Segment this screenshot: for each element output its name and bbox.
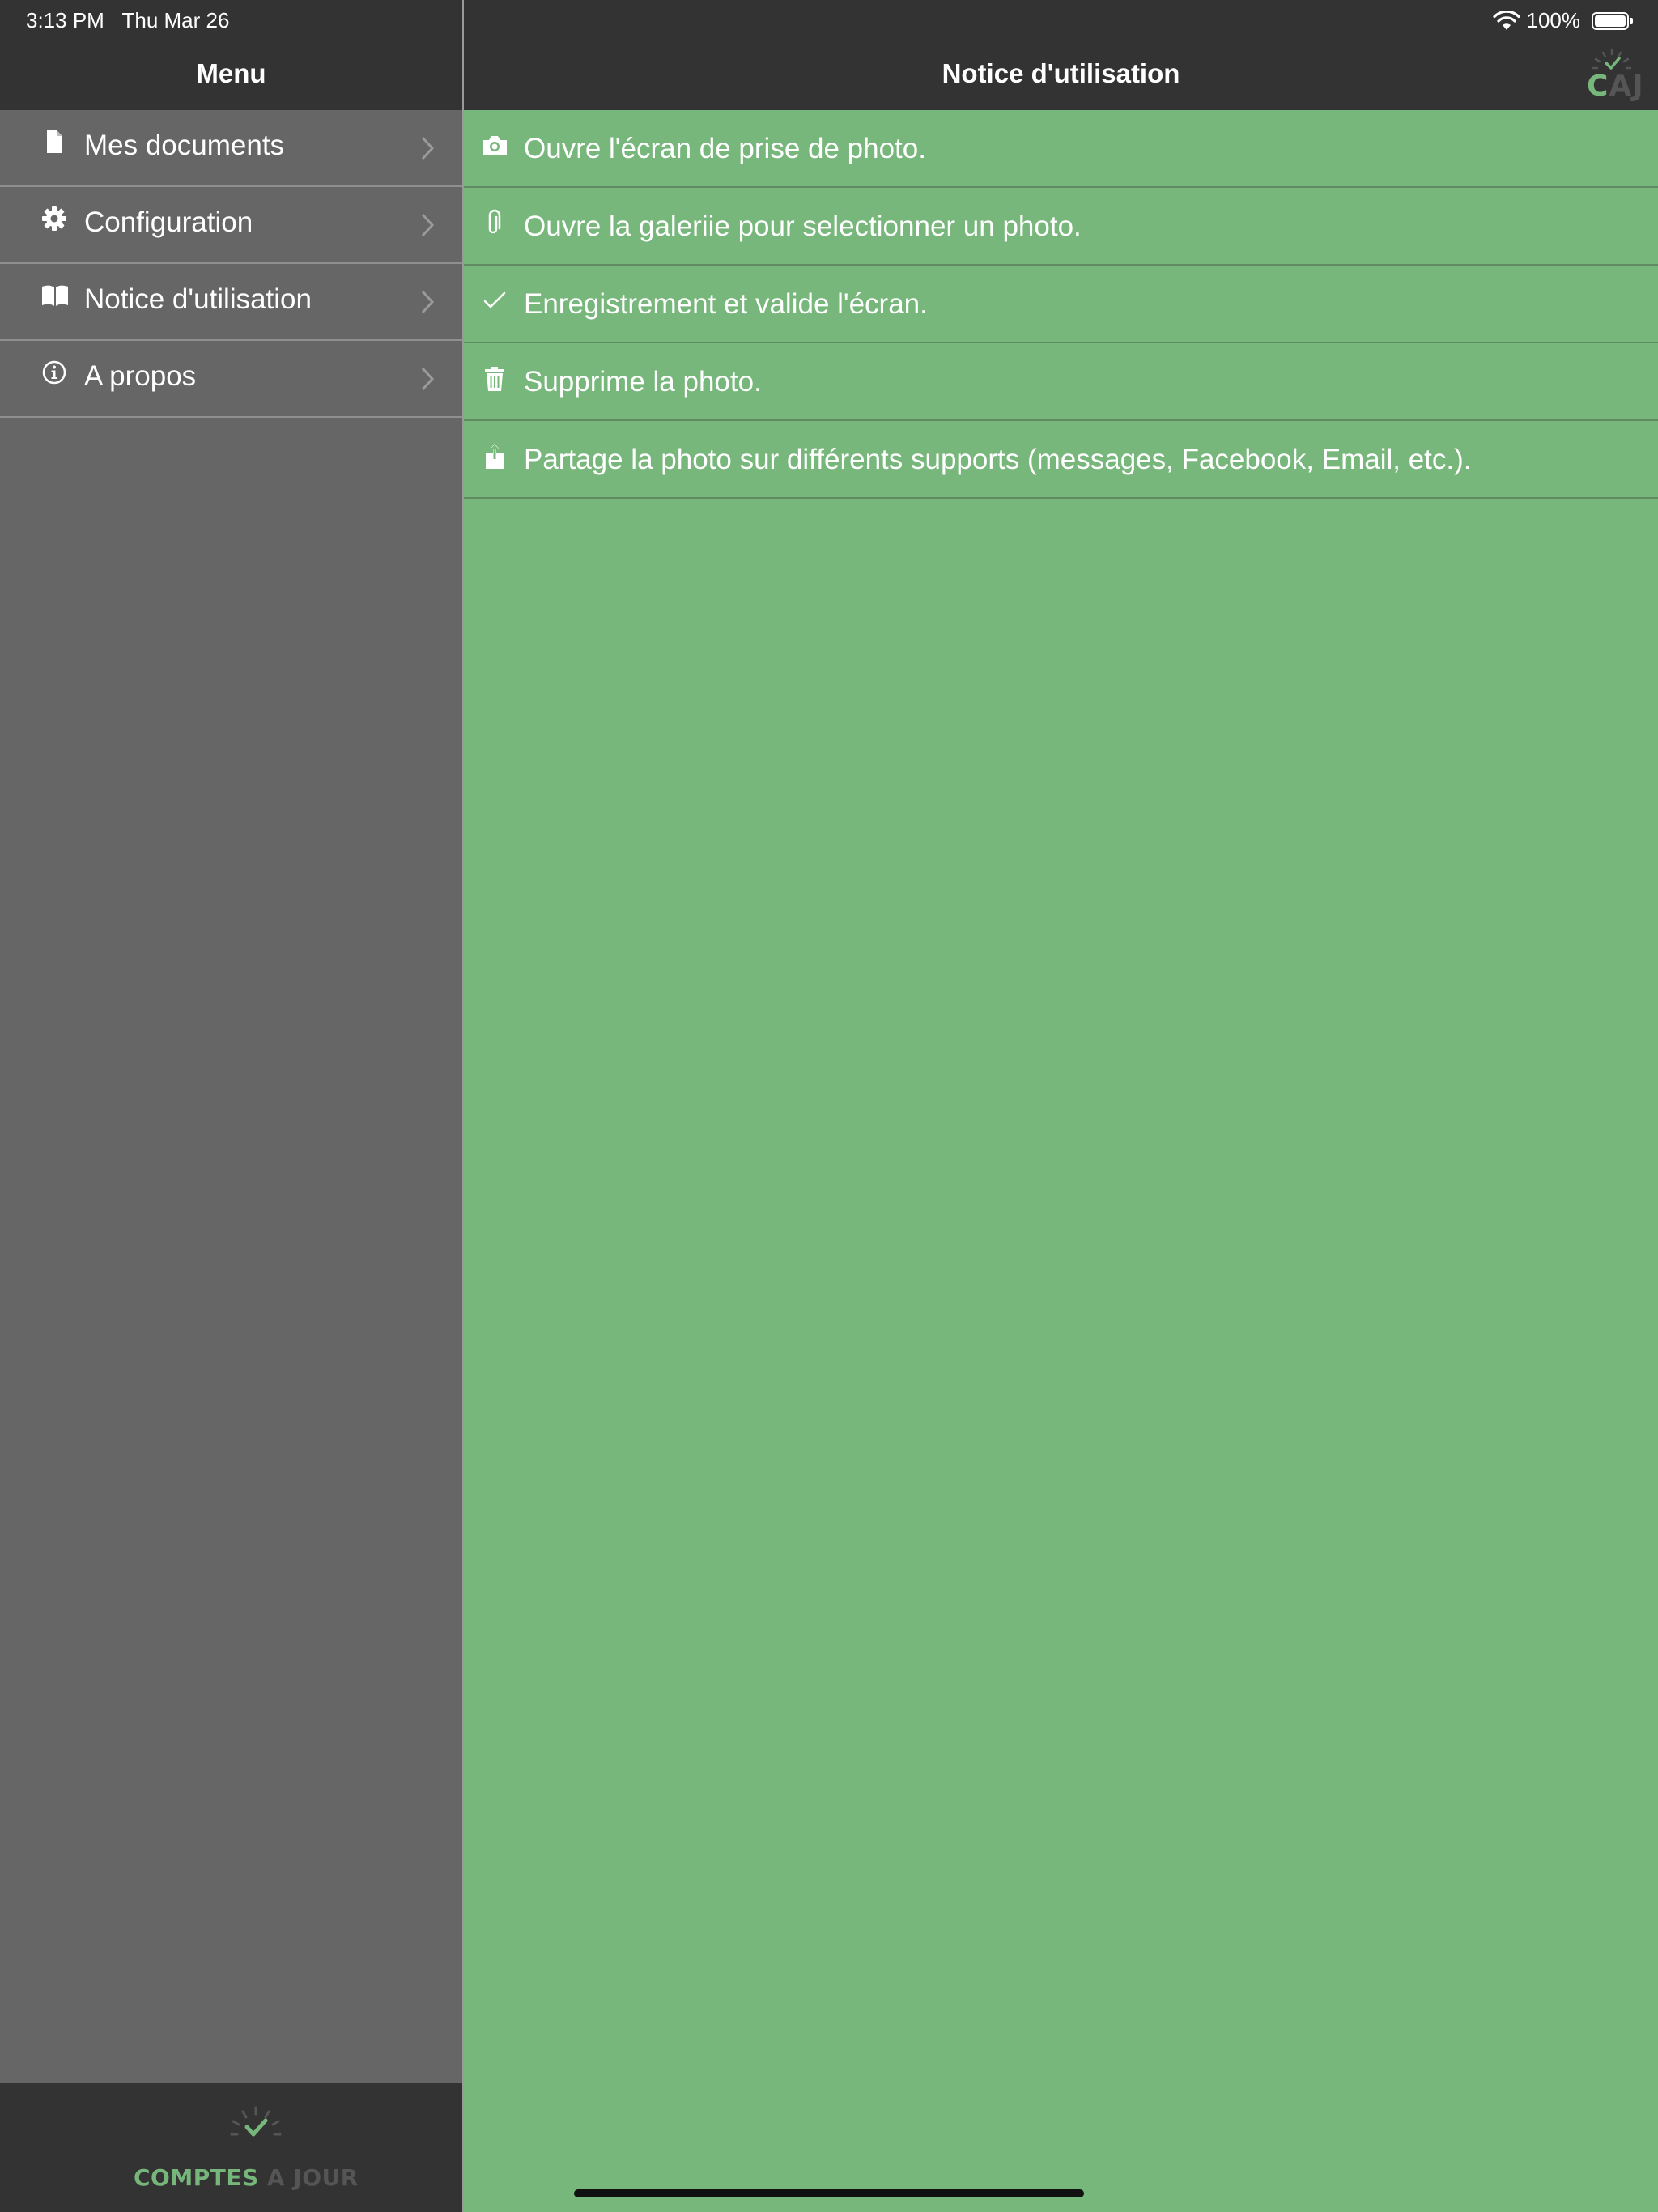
home-indicator[interactable]	[574, 2189, 1084, 2197]
main-panel: Notice d'utilisation CAJ Ouvre l'écran d…	[464, 0, 1658, 2212]
help-text: Partage la photo sur différents supports…	[524, 444, 1472, 475]
sidebar-item-label: Notice d'utilisation	[84, 283, 312, 315]
status-indicators: 100%	[1492, 8, 1633, 33]
chevron-right-icon	[419, 211, 437, 239]
camera-icon	[480, 131, 509, 160]
sidebar-title: Menu	[196, 58, 266, 88]
sidebar-item-label: Mes documents	[84, 130, 285, 161]
list-item: Enregistrement et valide l'écran.	[464, 266, 1658, 343]
checkmark-icon	[480, 287, 509, 316]
document-icon	[40, 128, 68, 155]
list-item: Partage la photo sur différents supports…	[464, 421, 1658, 499]
help-list: Ouvre l'écran de prise de photo. Ouvre l…	[464, 110, 1658, 499]
sidebar-item-label: A propos	[84, 360, 197, 392]
wifi-icon	[1492, 10, 1520, 32]
gear-icon	[40, 205, 68, 232]
status-time-value: 3:13 PM	[26, 8, 104, 32]
battery-percent: 100%	[1526, 8, 1581, 32]
sidebar-item-mes-documents[interactable]: Mes documents	[0, 110, 462, 187]
sidebar: Menu Mes documents Configuration Notice …	[0, 0, 462, 2212]
chevron-right-icon	[419, 134, 437, 162]
sidebar-item-notice[interactable]: Notice d'utilisation	[0, 264, 462, 341]
list-item: Ouvre la galeriie pour selectionner un p…	[464, 188, 1658, 266]
footer-logo-text: COMPTES A JOUR	[134, 2164, 359, 2191]
sidebar-item-configuration[interactable]: Configuration	[0, 187, 462, 264]
help-text: Ouvre la galeriie pour selectionner un p…	[524, 211, 1082, 242]
sidebar-item-a-propos[interactable]: A propos	[0, 341, 462, 418]
status-date: Thu Mar 26	[121, 8, 230, 32]
sidebar-item-label: Configuration	[84, 206, 253, 238]
help-text: Supprime la photo.	[524, 366, 762, 398]
status-bar: 3:13 PM Thu Mar 26 100%	[0, 0, 1658, 37]
trash-icon	[480, 364, 509, 393]
caj-logo: CAJ	[1582, 49, 1644, 103]
comptes-a-jour-logo: COMPTES A JOUR	[130, 2104, 358, 2193]
sidebar-footer: COMPTES A JOUR	[0, 2083, 462, 2212]
help-text: Ouvre l'écran de prise de photo.	[524, 133, 926, 164]
help-text: Enregistrement et valide l'écran.	[524, 288, 928, 320]
paperclip-icon	[480, 209, 509, 238]
chevron-right-icon	[419, 288, 437, 316]
status-time: 3:13 PM Thu Mar 26	[26, 8, 229, 33]
page-title: Notice d'utilisation	[942, 58, 1180, 88]
battery-icon	[1592, 11, 1633, 30]
book-icon	[40, 282, 68, 309]
info-icon	[40, 359, 68, 386]
list-item: Ouvre l'écran de prise de photo.	[464, 110, 1658, 188]
menu-list: Mes documents Configuration Notice d'uti…	[0, 110, 462, 418]
share-icon	[480, 442, 509, 471]
list-item: Supprime la photo.	[464, 343, 1658, 421]
chevron-right-icon	[419, 365, 437, 393]
caj-logo-text: CAJ	[1587, 70, 1644, 103]
